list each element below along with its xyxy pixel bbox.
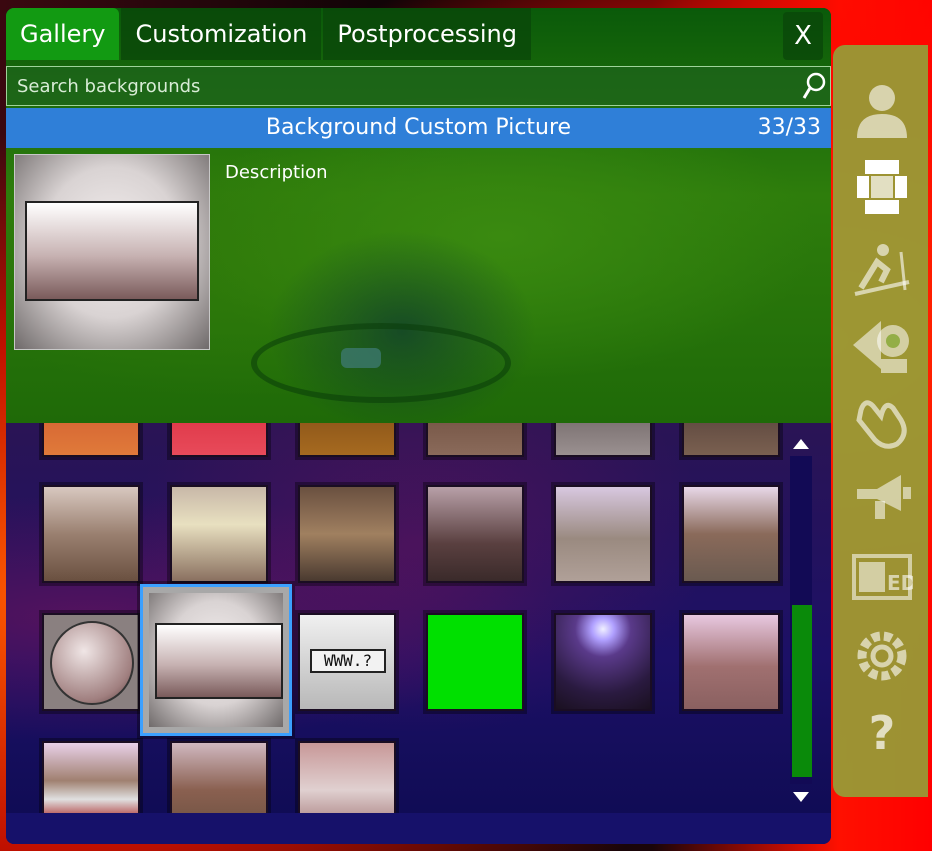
search-icon[interactable] [802, 72, 826, 100]
selected-thumbnail-frame [155, 623, 283, 699]
gallery-grid: WWW.? [6, 423, 831, 813]
layout-icon[interactable] [843, 151, 921, 223]
gear-icon[interactable] [843, 620, 921, 692]
gallery-thumbnail[interactable] [42, 423, 140, 457]
scrollbar-thumb[interactable] [792, 605, 812, 777]
background-eye-shape [251, 323, 511, 403]
gallery-thumbnail[interactable] [42, 741, 140, 813]
gallery-thumbnail[interactable] [554, 423, 652, 457]
tab-bar: Gallery Customization Postprocessing [6, 8, 831, 64]
gallery-thumbnail[interactable] [554, 613, 652, 711]
gallery-thumbnail[interactable] [42, 613, 140, 711]
bottom-strip [6, 813, 831, 844]
close-button[interactable]: X [783, 12, 823, 60]
search-input[interactable] [7, 67, 777, 105]
description-label: Description [225, 162, 328, 183]
selected-preview-image [14, 154, 210, 350]
help-label: ? [868, 706, 896, 760]
ski-icon[interactable] [843, 233, 921, 305]
selected-item-bar: Background Custom Picture 33/33 [6, 108, 831, 148]
gallery-thumbnail[interactable] [426, 485, 524, 583]
preview-picture-frame [25, 201, 199, 301]
tab-customization[interactable]: Customization [121, 8, 322, 60]
gallery-thumbnail[interactable] [170, 423, 268, 457]
selected-item-name: Background Custom Picture [265, 115, 572, 140]
item-counter: 33/33 [757, 115, 821, 140]
person-icon[interactable] [843, 75, 921, 147]
gallery-thumbnail[interactable] [298, 485, 396, 583]
tab-gallery[interactable]: Gallery [6, 8, 120, 60]
selected-thumbnail-image [149, 593, 283, 727]
scroll-up-arrow-icon[interactable] [792, 436, 810, 450]
gallery-thumbnail[interactable] [170, 485, 268, 583]
www-label: WWW.? [310, 649, 386, 673]
megaphone-icon[interactable] [843, 460, 921, 532]
ed-label: ED [887, 571, 913, 595]
help-icon[interactable]: ? [843, 697, 921, 769]
gallery-thumbnail[interactable] [170, 741, 268, 813]
gallery-thumbnail[interactable] [298, 741, 396, 813]
scroll-down-arrow-icon[interactable] [792, 789, 810, 803]
gallery-thumbnail[interactable] [298, 423, 396, 457]
gallery-thumbnail-www[interactable]: WWW.? [298, 613, 396, 711]
gallery-thumbnail[interactable] [42, 485, 140, 583]
hand-icon[interactable] [843, 385, 921, 457]
right-toolbar: ED ? [833, 45, 928, 797]
tab-postprocessing[interactable]: Postprocessing [323, 8, 531, 60]
gallery-thumbnail[interactable] [426, 423, 524, 457]
webcam-icon[interactable] [843, 310, 921, 382]
gallery-thumbnail[interactable] [682, 423, 780, 457]
search-bar [6, 66, 831, 106]
gallery-thumbnail-green-screen[interactable] [426, 613, 524, 711]
ed-icon[interactable]: ED [843, 541, 921, 613]
gallery-thumbnail[interactable] [554, 485, 652, 583]
background-panel: Gallery Customization Postprocessing X B… [6, 8, 831, 844]
gallery-thumbnail-selected[interactable] [140, 584, 292, 736]
sphere-shape [50, 621, 134, 705]
gallery-thumbnail[interactable] [682, 485, 780, 583]
gallery-thumbnail[interactable] [682, 613, 780, 711]
background-pupil-shape [341, 348, 381, 368]
